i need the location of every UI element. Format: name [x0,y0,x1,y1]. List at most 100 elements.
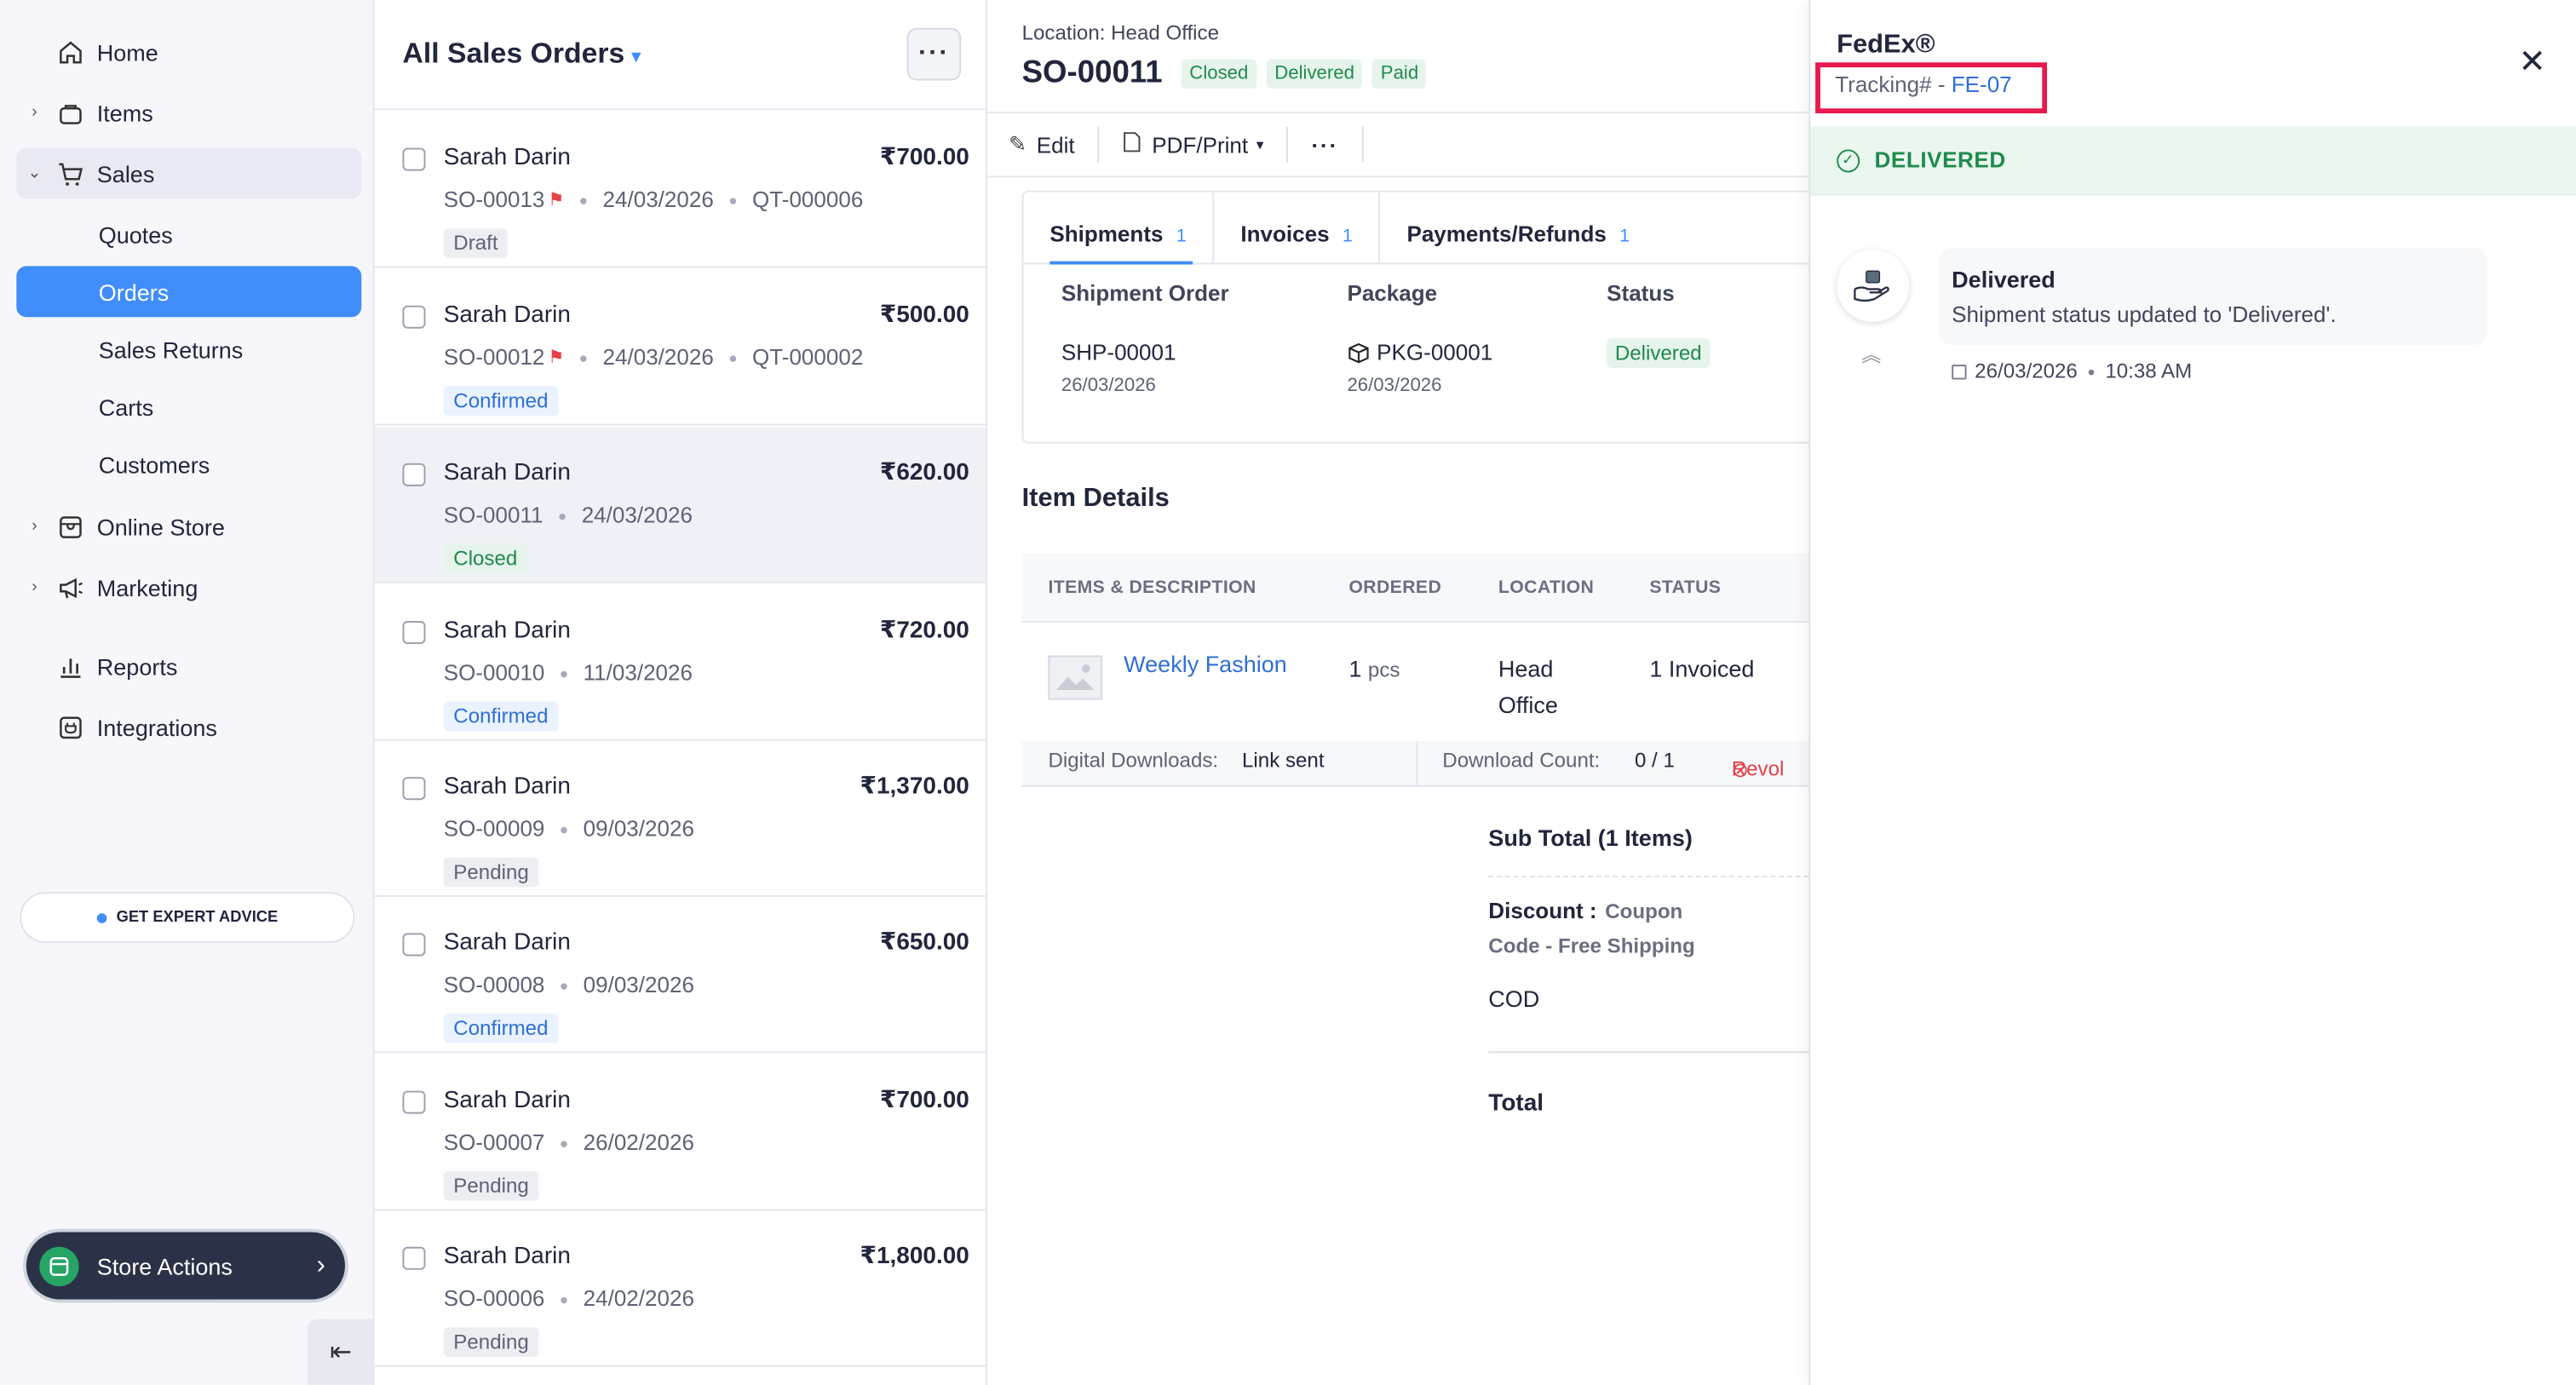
sidebar-item-online-store[interactable]: › Online Store [16,501,361,552]
list-item[interactable]: Sarah Darin ₹650.00 SO-00008 ● 09/03/202… [374,897,986,1054]
page-title: SO-00011 [1021,55,1163,91]
total-label: Total [1488,1090,1544,1118]
tab-invoices[interactable]: Invoices 1 [1215,192,1381,263]
image-placeholder-icon [1048,655,1103,700]
order-amount: ₹500.00 [879,302,969,329]
tab-payments-refunds[interactable]: Payments/Refunds 1 [1381,193,1656,263]
list-item[interactable]: Sarah Darin ₹1,800.00 SO-00006 ● 24/02/2… [374,1210,986,1367]
downloads-label: Digital Downloads: [1048,749,1219,773]
divider [1416,740,1418,787]
expert-label: GET EXPERT ADVICE [116,908,279,927]
revoke-label: Revol [1731,757,1785,781]
sidebar-item-reports[interactable]: Reports [16,641,361,692]
list-item[interactable]: Sarah Darin ₹500.00 SO-00012 ⚑ ● 24/03/20… [374,269,986,426]
row-checkbox[interactable] [402,933,426,957]
detail-tabs: Shipments 1 Invoices 1 Payments/Refunds 1 [1023,192,1809,265]
chevron-right-icon: › [32,103,37,122]
location-line: Head [1498,655,1554,682]
bag-icon [60,104,82,124]
sidebar-item-home[interactable]: Home [16,26,361,78]
status-badge: Closed [1181,59,1257,89]
ordered-unit: pcs [1367,658,1400,682]
item-name-link[interactable]: Weekly Fashion [1124,651,1287,677]
row-checkbox[interactable] [402,777,426,801]
sidebar-item-label: Orders [98,278,170,305]
package-date: 26/03/2026 [1347,376,1442,396]
list-item[interactable]: Sarah Darin ₹1,370.00 SO-00009 ● 09/03/2… [374,741,986,898]
separator-dot: ● [559,664,569,681]
timeline-event: Delivered Shipment status updated to 'De… [1938,248,2487,346]
column-header: Status [1607,280,1675,306]
chevron-right-icon: › [32,578,37,597]
shipment-order-link[interactable]: SHP-00001 [1061,340,1176,365]
collapse-sidebar-button[interactable]: ⇤ [307,1319,375,1385]
order-number: SO-00008 [443,972,545,997]
sidebar-item-sales-returns[interactable]: Sales Returns [16,324,361,375]
sidebar-item-customers[interactable]: Customers [16,439,361,490]
pdf-print-label: PDF/Print [1152,132,1249,158]
separator-dot: ● [559,1134,569,1151]
sidebar-item-label: Customers [98,451,210,478]
list-item[interactable]: Sarah Darin ₹620.00 SO-00011 ● 24/03/202… [374,427,986,583]
sidebar-item-items[interactable]: › Items [16,87,361,138]
row-checkbox[interactable] [402,147,426,171]
discount-detail: Coupon [1605,899,1683,923]
row-checkbox[interactable] [402,1090,426,1114]
item-details-title: Item Details [1021,484,1170,513]
sidebar-item-label: Integrations [96,713,217,740]
customer-name: Sarah Darin [443,144,571,171]
divider [1488,1051,1809,1054]
order-number: SO-00009 [443,816,545,842]
location-label: Location: Head Office [1021,21,1219,45]
sidebar-item-orders[interactable]: Orders [16,266,362,318]
separator-dot: ● [728,348,738,366]
sidebar-item-label: Home [96,38,158,66]
sidebar-item-carts[interactable]: Carts [16,381,361,432]
row-checkbox[interactable] [402,1246,426,1270]
discount-detail: Code - Free Shipping [1488,934,1695,958]
close-icon[interactable]: ✕ [2519,46,2546,79]
more-actions-button[interactable]: ··· [1288,126,1364,163]
order-amount: ₹620.00 [879,460,969,486]
customer-name: Sarah Darin [443,1243,571,1270]
row-checkbox[interactable] [402,305,426,329]
sidebar-item-quotes[interactable]: Quotes [16,209,361,260]
sidebar-item-label: Quotes [98,221,173,248]
edit-label: Edit [1036,132,1075,158]
location-line: Office [1498,691,1558,718]
tab-shipments[interactable]: Shipments 1 [1024,192,1215,265]
chevrons-up-icon[interactable]: ︽ [1861,340,1881,368]
package-link[interactable]: PKG-00001 [1347,340,1492,365]
check-circle-icon: ✓ [1837,148,1860,172]
order-number: SO-00013 [443,187,545,212]
order-date: 11/03/2026 [583,660,693,686]
order-meta: SO-00012 ⚑ ● 24/03/2026 ● QT-000002 [444,345,864,370]
pdf-print-button[interactable]: PDF/Print ▾ [1100,126,1289,163]
sidebar-item-integrations[interactable]: Integrations [16,702,361,753]
sidebar: Home › Items ⌄ Sales Quotes Orders Sales… [0,0,375,1385]
event-timestamp: 26/03/2026 ● 10:38 AM [1952,359,2192,382]
order-meta: SO-00007 ● 26/02/2026 [444,1130,694,1155]
tracking-number: Tracking# - FE-07 [1835,72,2011,97]
more-options-button[interactable]: ··· [906,27,962,81]
status-badge: Closed [443,543,527,574]
status-badge: Paid [1372,59,1427,89]
get-expert-advice-button[interactable]: GET EXPERT ADVICE [20,892,355,944]
sidebar-item-label: Carts [98,393,154,420]
pencil-icon: ✎ [1009,131,1027,157]
edit-button[interactable]: ✎ Edit [987,126,1100,163]
list-item[interactable]: Sarah Darin ₹720.00 SO-00010 ● 11/03/202… [374,585,986,741]
list-item[interactable]: Sarah Darin ₹700.00 SO-00013 ⚑ ● 24/03/20… [374,112,986,268]
row-checkbox[interactable] [402,621,426,645]
store-actions-button[interactable]: Store Actions › [26,1232,346,1300]
flag-icon: ⚑ [548,190,565,210]
sidebar-item-label: Reports [96,652,178,680]
sidebar-item-marketing[interactable]: › Marketing [16,562,361,613]
order-number: SO-00011 [443,503,543,528]
list-view-selector[interactable]: All Sales Orders ▾ [403,36,641,71]
tracking-number-link[interactable]: FE-07 [1952,72,2012,97]
row-checkbox[interactable] [402,463,426,486]
column-header: STATUS [1649,578,1722,599]
sidebar-item-sales[interactable]: ⌄ Sales [16,147,362,199]
list-item[interactable]: Sarah Darin ₹700.00 SO-00007 ● 26/02/202… [374,1055,986,1211]
